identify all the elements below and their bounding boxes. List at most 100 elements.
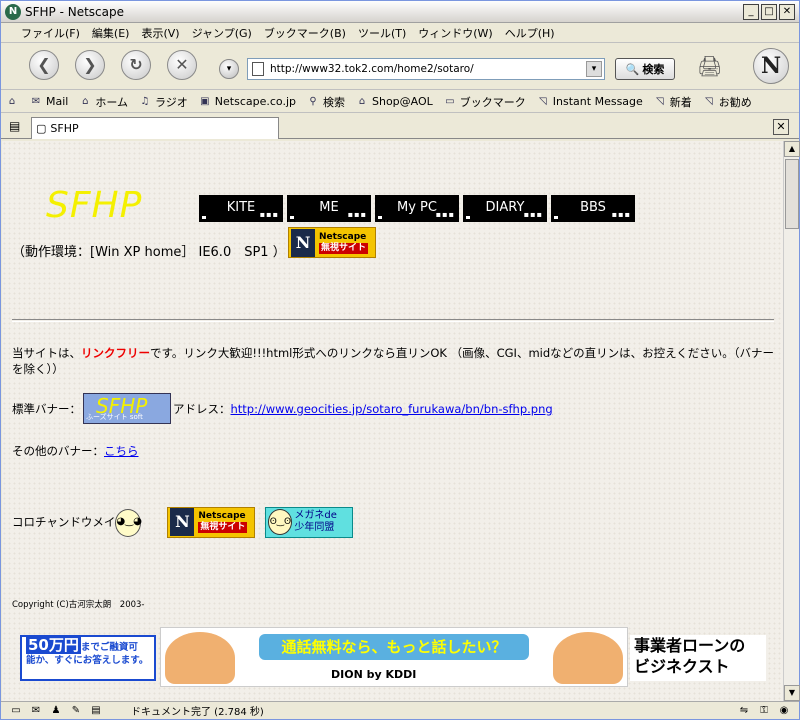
netscape-n-icon: N	[170, 508, 195, 536]
privacy-icon: ◉	[779, 704, 789, 716]
forward-button[interactable]: ❯	[75, 50, 105, 80]
smiley-face-icon[interactable]: ◕‿◕	[113, 503, 143, 541]
standard-banner-row: 標準バナー： SFHP ふーズサイト soft アドレス： http://www…	[12, 393, 553, 424]
menu-bookmarks[interactable]: ブックマーク(B)	[258, 25, 352, 41]
mail-icon: ✉	[31, 95, 41, 107]
menu-view[interactable]: 表示(V)	[135, 25, 185, 41]
bookmark-icon: ◹	[538, 95, 547, 107]
print-icon[interactable]: 🖨	[697, 54, 723, 78]
navigation-toolbar: ❮ ❯ ↻ ✕ ▾ http://www32.tok2.com/home2/so…	[1, 44, 799, 90]
nav-mypc[interactable]: My PC ▪▪▪	[375, 195, 459, 222]
address-book-icon[interactable]: ▤	[89, 705, 103, 717]
window-title: SFHP - Netscape	[25, 5, 125, 19]
menu-go[interactable]: ジャンプ(G)	[186, 25, 258, 41]
navigator-icon[interactable]: ▭	[9, 705, 23, 717]
netscape-ignore-banner[interactable]: N Netscape 無視サイト	[288, 227, 376, 258]
pb-shop[interactable]: ⌂ Shop@AOL	[355, 95, 433, 108]
menu-edit[interactable]: 編集(E)	[86, 25, 136, 41]
status-text: ドキュメント完了 (2.784 秒)	[131, 707, 264, 718]
window-controls: _ □ ✕	[743, 4, 795, 20]
netscape-throbber-icon[interactable]: N	[753, 48, 789, 84]
other-banner-row: その他のバナー：こちら	[12, 443, 139, 459]
megane-banner[interactable]: ʘ‿ʘ メガネde 少年同盟	[265, 506, 354, 538]
tab-bar: ▤ ▢ SFHP ✕	[1, 115, 799, 139]
glasses-boy-icon: ʘ‿ʘ	[268, 509, 293, 535]
nav-kite[interactable]: KITE ▪▪▪	[199, 195, 283, 222]
close-button[interactable]: ✕	[779, 4, 795, 20]
connection-icon: ⇋	[739, 704, 749, 716]
search-button[interactable]: 🔍 検索	[615, 58, 675, 80]
site-logo: SFHP	[46, 185, 143, 226]
home-toolbar-icon[interactable]: ⌂	[5, 96, 19, 108]
maximize-button[interactable]: □	[761, 4, 777, 20]
pb-new[interactable]: ◹ 新着	[653, 94, 692, 110]
menu-bar: ファイル(F) 編集(E) 表示(V) ジャンプ(G) ブックマーク(B) ツー…	[1, 23, 799, 43]
other-banner-label: その他のバナー：	[12, 444, 104, 458]
minimize-button[interactable]: _	[743, 4, 759, 20]
environment-text: （動作環境：[Win XP home］ IE6.0 SP1 ）	[12, 245, 286, 260]
reload-button[interactable]: ↻	[121, 50, 151, 80]
browser-window: N SFHP - Netscape _ □ ✕ ファイル(F) 編集(E) 表示…	[0, 0, 800, 720]
status-bar: ▭ ✉ ♟ ✎ ▤ ドキュメント完了 (2.784 秒) ⇋ ⚿ ◉	[1, 701, 799, 719]
pb-home[interactable]: ⌂ ホーム	[78, 94, 128, 110]
home-icon: ⌂	[82, 95, 89, 107]
copyright-text: Copyright (C)古河宗太朗 2003-	[12, 600, 145, 610]
history-dropdown-icon[interactable]: ▾	[219, 59, 239, 79]
url-bar[interactable]: http://www32.tok2.com/home2/sotaro/ ▾	[247, 58, 605, 80]
tab-label: SFHP	[50, 122, 79, 135]
url-dropdown-icon[interactable]: ▾	[586, 61, 602, 77]
aim-icon[interactable]: ♟	[49, 705, 63, 717]
title-bar: N SFHP - Netscape _ □ ✕	[1, 1, 799, 23]
bookmark-icon: ◹	[655, 95, 664, 107]
back-button[interactable]: ❮	[29, 50, 59, 80]
status-icons: ▭ ✉ ♟ ✎ ▤	[1, 705, 131, 717]
pb-recommend[interactable]: ◹ お勧め	[702, 94, 752, 110]
mail-status-icon[interactable]: ✉	[29, 705, 43, 717]
url-input[interactable]: http://www32.tok2.com/home2/sotaro/	[270, 63, 474, 75]
nav-diary[interactable]: DIARY ▪▪▪	[463, 195, 547, 222]
pb-search[interactable]: ⚲ 検索	[306, 94, 345, 110]
link-policy-text: 当サイトは、リンクフリーです。リンク大歓迎!!!html形式へのリンクなら直リン…	[12, 346, 775, 376]
scroll-thumb[interactable]	[785, 159, 799, 229]
status-right-icons: ⇋ ⚿ ◉	[737, 705, 799, 717]
loan-ad-banner[interactable]: 50万円 までご融資可 能か、すぐにお答えします。	[20, 635, 156, 681]
koro-row: コロチャンドウメイ ◕‿◕ N Netscape 無視サイト ʘ‿ʘ メガネde 少…	[12, 503, 354, 541]
page-tab-icon: ▢	[36, 122, 47, 135]
close-tab-button[interactable]: ✕	[773, 119, 789, 135]
netscape-ignore-banner-2[interactable]: N Netscape 無視サイト	[167, 506, 256, 538]
pb-radio[interactable]: ♫ ラジオ	[138, 94, 188, 110]
other-banner-link[interactable]: こちら	[104, 444, 139, 458]
businext-ad-banner[interactable]: 事業者ローンの ビジネクスト	[630, 635, 766, 681]
sfhp-banner[interactable]: SFHP ふーズサイト soft	[83, 393, 171, 424]
tab-sfhp[interactable]: ▢ SFHP	[31, 117, 279, 139]
search-icon: ⚲	[309, 95, 317, 107]
menu-file[interactable]: ファイル(F)	[15, 25, 86, 41]
nav-me[interactable]: ME ▪▪▪	[287, 195, 371, 222]
pb-instant-message[interactable]: ◹ Instant Message	[536, 95, 643, 108]
pb-netscape[interactable]: ▣ Netscape.co.jp	[198, 95, 296, 108]
caller-illustration	[165, 632, 235, 684]
menu-window[interactable]: ウィンドウ(W)	[412, 25, 498, 41]
menu-tools[interactable]: ツール(T)	[352, 25, 412, 41]
menu-help[interactable]: ヘルプ(H)	[499, 25, 561, 41]
address-label: アドレス：	[173, 401, 231, 416]
scroll-up-icon[interactable]: ▲	[784, 141, 800, 157]
search-button-label: 検索	[642, 63, 665, 76]
page-content: SFHP KITE ▪▪▪ ME ▪▪▪ My PC ▪▪▪ DIARY ▪▪▪ BBS…	[2, 141, 783, 701]
new-tab-icon[interactable]: ▤	[9, 119, 25, 135]
koro-text: コロチャンドウメイ	[12, 515, 116, 529]
personal-toolbar: ⌂ ✉ Mail ⌂ ホーム ♫ ラジオ ▣ Netscape.co.jp ⚲ 検索 ⌂ S…	[1, 91, 799, 113]
pb-bookmarks[interactable]: ▭ ブックマーク	[443, 94, 526, 110]
vertical-scrollbar[interactable]: ▲ ▼	[783, 141, 800, 701]
security-icon: ⚿	[760, 704, 768, 716]
pb-mail[interactable]: ✉ Mail	[29, 95, 69, 108]
stop-button[interactable]: ✕	[167, 50, 197, 80]
bookmark-icon: ◹	[704, 95, 713, 107]
dion-ad-banner[interactable]: 通話無料なら、もっと話したい？ DION by KDDI	[160, 627, 628, 687]
netscape-n-icon: N	[291, 228, 315, 257]
nav-bbs[interactable]: BBS ▪▪▪	[551, 195, 635, 222]
page-icon	[252, 62, 264, 76]
banner-address-link[interactable]: http://www.geocities.jp/sotaro_furukawa/…	[231, 402, 553, 416]
composer-icon[interactable]: ✎	[69, 705, 83, 717]
scroll-down-icon[interactable]: ▼	[784, 685, 800, 701]
